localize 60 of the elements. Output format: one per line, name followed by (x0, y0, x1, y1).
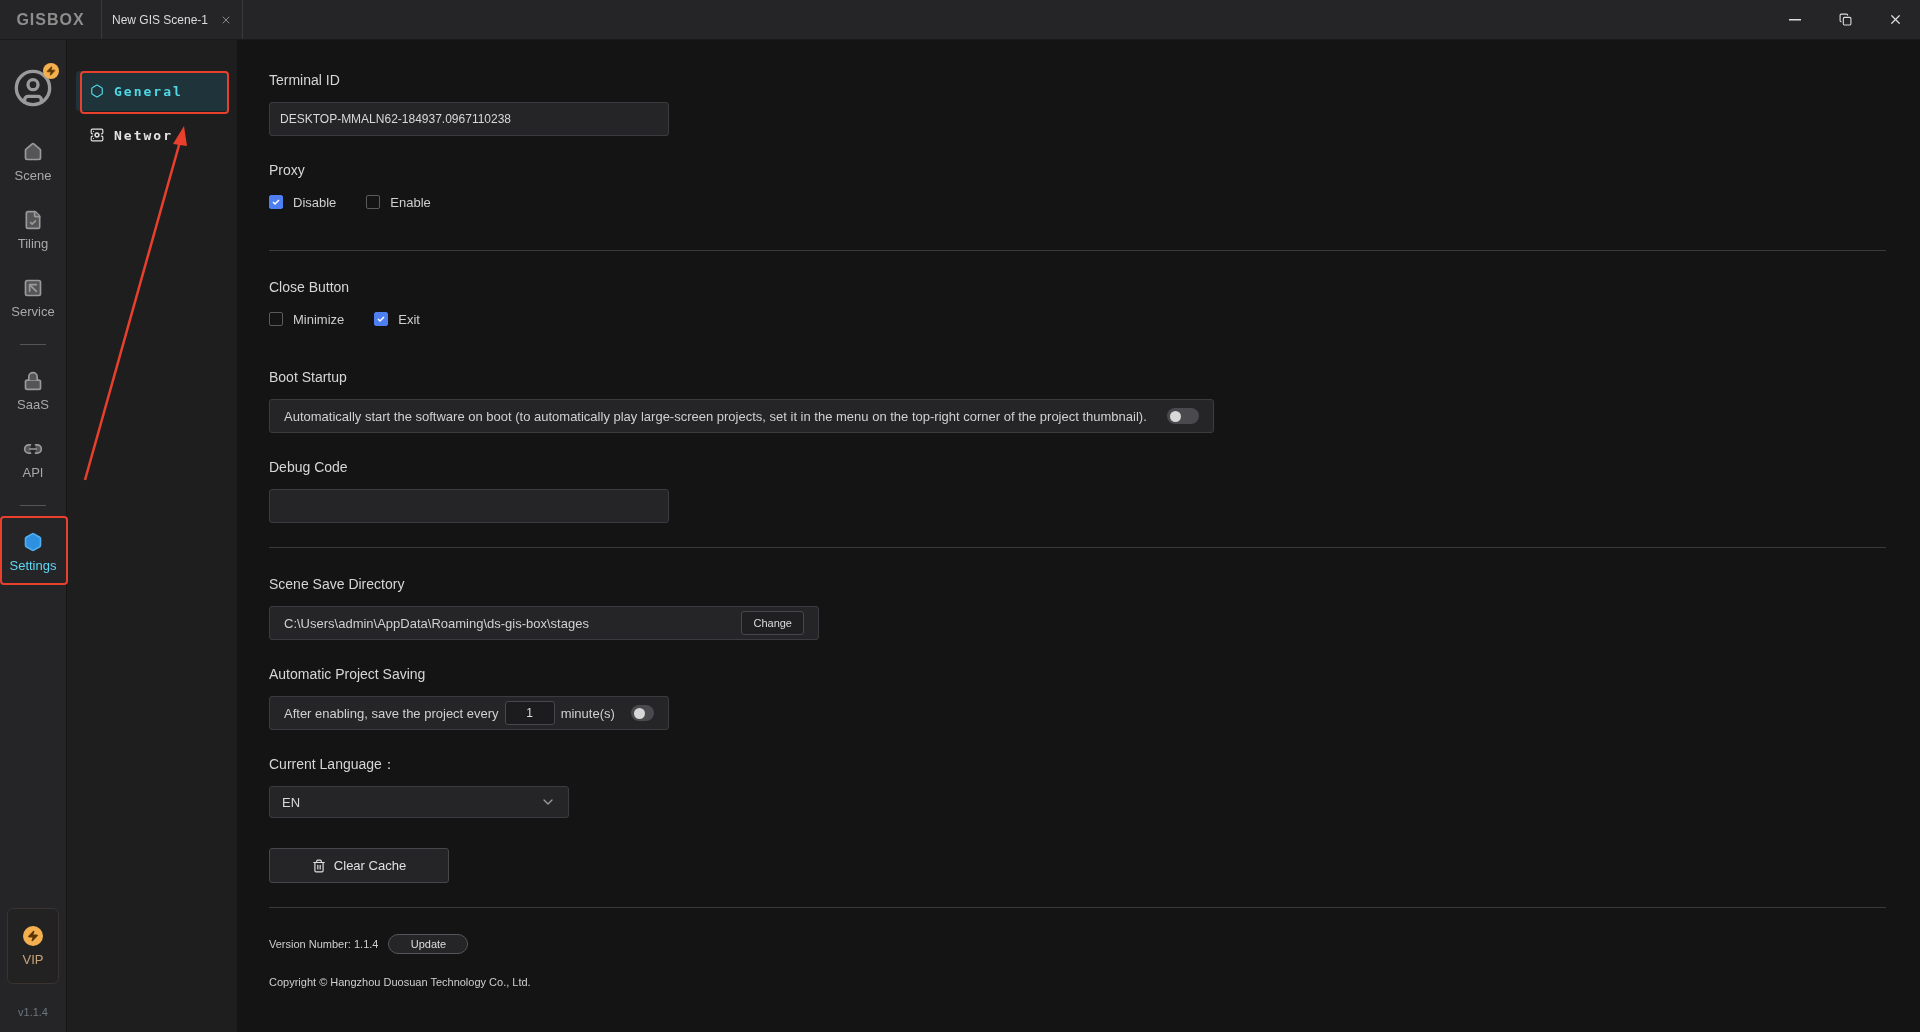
lightning-icon (23, 925, 43, 946)
nav-item[interactable]: Settings (0, 518, 67, 586)
nav-item[interactable]: Scene (0, 128, 67, 196)
check-icon (376, 314, 387, 324)
section-label: Current Language： (269, 755, 396, 774)
checkbox-label: Exit (398, 311, 420, 327)
section-label: Close Button (269, 278, 350, 297)
section-label: Scene Save Directory (269, 575, 405, 594)
version-label: v1.1.4 (18, 1006, 48, 1018)
language-select[interactable]: EN (269, 786, 569, 818)
avatar[interactable] (13, 68, 53, 108)
nav-icon (23, 277, 43, 298)
update-button[interactable]: Update (388, 934, 469, 954)
setting-description: Automatically start the software on boot (to automatically play large-screen projects, set it in the menu on the top-right corner of the project thumbnail). (284, 408, 1147, 424)
nav-icon (23, 531, 43, 552)
section-label: Automatic Project Saving (269, 665, 426, 684)
section-label: Proxy (269, 161, 305, 180)
nav-item[interactable]: Service (0, 264, 67, 332)
directory-field[interactable]: C:\Users\admin\AppData\Roaming\ds-gis-box\stages Change (269, 606, 819, 640)
restore-icon (1838, 13, 1852, 26)
checkbox[interactable] (269, 312, 283, 326)
lightning-badge-icon (43, 63, 59, 79)
settings-menu-item[interactable]: Networ (76, 115, 228, 155)
change-button[interactable]: Change (741, 611, 804, 635)
unit-text: minute(s) (560, 705, 615, 721)
nav-icon (23, 209, 43, 230)
clear-cache-button[interactable]: Clear Cache (269, 848, 449, 883)
select-value: EN (282, 794, 301, 810)
path-text: C:\Users\admin\AppData\Roaming\ds-gis-box\stages (284, 615, 589, 631)
version-number: Version Number: 1.1.4 (269, 938, 379, 950)
vip-button[interactable]: VIP (7, 908, 59, 984)
settings-menu-item[interactable]: General (76, 71, 228, 111)
setting-description: After enabling, save the project every (284, 705, 499, 721)
nav-item[interactable]: SaaS (0, 357, 67, 425)
menu-icon (90, 128, 104, 142)
section-label: Terminal ID (269, 71, 340, 90)
text-field[interactable] (269, 489, 669, 523)
nav-item[interactable]: API (0, 425, 67, 493)
section-label: Boot Startup (269, 368, 347, 387)
text-field[interactable]: DESKTOP-MMALN62-184937.0967110238 (269, 102, 669, 136)
tab-title: New GIS Scene-1 (112, 12, 209, 27)
toggle-switch[interactable] (1166, 408, 1199, 424)
nav-item[interactable]: Tiling (0, 196, 67, 264)
checkbox[interactable] (366, 195, 381, 209)
checkbox-label: Minimize (293, 311, 345, 327)
trash-icon (311, 858, 326, 873)
nav-icon (23, 141, 43, 162)
highlight-frame (0, 516, 68, 585)
menu-icon (90, 84, 104, 98)
copyright-text: Copyright © Hangzhou Duosuan Technology Co., Ltd. (269, 976, 532, 988)
section-label: Debug Code (269, 458, 348, 477)
toggle-switch[interactable] (630, 705, 654, 721)
checkbox[interactable] (269, 195, 283, 209)
minimize-icon (1789, 18, 1801, 21)
nav-icon (23, 370, 43, 391)
checkbox[interactable] (374, 312, 389, 326)
checkbox-label: Enable (390, 194, 431, 210)
check-icon (271, 197, 281, 207)
checkbox-label: Disable (293, 194, 337, 210)
minutes-field[interactable]: 1 (504, 701, 555, 725)
